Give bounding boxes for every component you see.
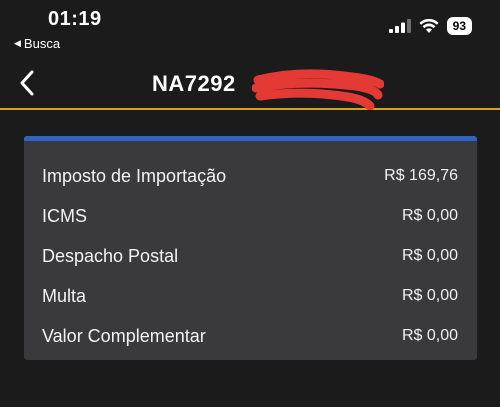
fee-label: Despacho Postal — [42, 245, 179, 266]
status-bar: 01:19 ◀ Busca 93 — [0, 0, 500, 56]
back-to-app-link[interactable]: ◀ Busca — [14, 36, 60, 51]
app-screen: 01:19 ◀ Busca 93 NA7292 Imposto de Impor… — [0, 0, 500, 407]
fee-label: Valor Complementar — [42, 325, 206, 346]
fee-label: ICMS — [42, 205, 87, 226]
fee-amount: R$ 0,00 — [401, 247, 458, 264]
wifi-icon — [419, 18, 439, 33]
status-time: 01:19 — [48, 8, 102, 30]
fee-summary-card: Imposto de Importação R$ 169,76 ICMS R$ … — [24, 136, 477, 360]
fee-row-icms: ICMS R$ 0,00 — [24, 196, 477, 236]
fee-amount: R$ 0,00 — [401, 327, 458, 344]
fee-label: Multa — [42, 285, 87, 306]
battery-indicator: 93 — [446, 17, 472, 35]
fee-list: Imposto de Importação R$ 169,76 ICMS R$ … — [24, 141, 477, 356]
cellular-signal-icon — [388, 19, 411, 33]
status-icons: 93 — [388, 17, 472, 35]
back-triangle-icon: ◀ — [14, 38, 21, 48]
fee-amount: R$ 0,00 — [401, 287, 458, 304]
back-to-app-label: Busca — [23, 36, 61, 51]
redaction-scribble — [252, 69, 384, 110]
page-title: NA7292 — [152, 71, 236, 96]
fee-row-despacho-postal: Despacho Postal R$ 0,00 — [24, 236, 477, 276]
chevron-left-icon — [20, 70, 34, 96]
fee-row-imposto-importacao: Imposto de Importação R$ 169,76 — [24, 156, 477, 196]
fee-amount: R$ 169,76 — [384, 167, 458, 184]
fee-label: Imposto de Importação — [42, 165, 227, 186]
fee-row-valor-complementar: Valor Complementar R$ 0,00 — [24, 316, 477, 356]
fee-amount: R$ 0,00 — [401, 207, 458, 224]
nav-header: NA7292 — [0, 58, 500, 110]
back-button[interactable] — [12, 68, 42, 98]
fee-row-multa: Multa R$ 0,00 — [24, 276, 477, 316]
